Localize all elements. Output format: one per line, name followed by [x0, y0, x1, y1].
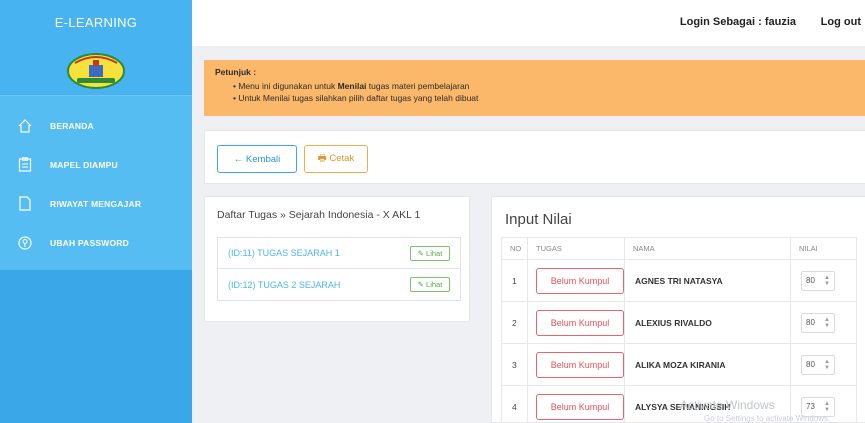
student-name: AGNES TRI NATASYA [624, 259, 791, 302]
task-list-card: Daftar Tugas » Sejarah Indonesia - X AKL… [204, 196, 470, 322]
spinner-icon[interactable]: ▲ ▼ [824, 401, 830, 413]
print-button[interactable]: 🖶 Cetak [304, 145, 368, 173]
instruction-notice: Petunjuk : Menu ini digunakan untuk Meni… [204, 60, 865, 116]
notice-text: Menu ini digunakan untuk [238, 81, 338, 91]
task-link[interactable]: (ID:12) TUGAS 2 SEJARAH [228, 280, 340, 290]
score-value: 80 [806, 276, 815, 285]
view-task-button[interactable]: ✎ Lihat [410, 277, 450, 292]
status-badge[interactable]: Belum Kumpul [536, 393, 624, 420]
sidebar-menu: BERANDA MAPEL DIAMPU RIWAYAT MENGAJAR UB… [0, 96, 192, 270]
sidebar-item-label: MAPEL DIAMPU [50, 159, 118, 170]
login-status: Login Sebagai : fauzia [679, 16, 796, 28]
top-header: Login Sebagai : fauzia Log out [192, 0, 865, 46]
column-header: NO [501, 237, 528, 260]
student-name: ALIKA MOZA KIRANIA [624, 343, 791, 386]
grade-input-heading: Input Nilai [505, 211, 572, 228]
spinner-icon[interactable]: ▲ ▼ [824, 317, 830, 329]
notice-list: Menu ini digunakan untuk Menilai tugas m… [215, 80, 854, 104]
table-row: 1 Belum Kumpul AGNES TRI NATASYA 80 ▲ ▼ [501, 259, 857, 302]
table-row: 2 Belum Kumpul ALEXIUS RIVALDO 80 ▲ ▼ [501, 301, 857, 344]
notice-emphasis: Menilai [337, 81, 367, 91]
status-badge[interactable]: Belum Kumpul [536, 309, 624, 336]
notice-item: Untuk Menilai tugas silahkan pilih dafta… [233, 92, 854, 104]
status-badge[interactable]: Belum Kumpul [536, 267, 624, 294]
grade-input-card: Input Nilai NO TUGAS NAMA NILAI 1 Belum … [491, 196, 865, 423]
windows-activation-watermark: Activate Windows [680, 398, 775, 412]
task-status-cell: Belum Kumpul [527, 343, 625, 386]
document-icon [16, 195, 34, 213]
score-input[interactable]: 80 ▲ ▼ [801, 270, 835, 291]
windows-activation-hint: Go to Settings to activate Windows. [704, 414, 831, 423]
sidebar: E-LEARNING BERANDA MAPEL DIAMPU RIWAYAT … [0, 0, 192, 423]
list-item: (ID:11) TUGAS SEJARAH 1 ✎ Lihat [218, 238, 460, 269]
key-icon [16, 234, 34, 252]
notice-title: Petunjuk : [215, 67, 257, 77]
school-logo-icon [67, 52, 125, 89]
spinner-icon[interactable]: ▲ ▼ [824, 359, 830, 371]
column-header: TUGAS [527, 237, 625, 260]
logout-link[interactable]: Log out [821, 16, 861, 28]
task-status-cell: Belum Kumpul [527, 259, 625, 302]
sidebar-item-mapel-diampu[interactable]: MAPEL DIAMPU [0, 145, 192, 184]
grade-table: NO TUGAS NAMA NILAI 1 Belum Kumpul AGNES… [501, 237, 857, 423]
list-item: (ID:12) TUGAS 2 SEJARAH ✎ Lihat [218, 269, 460, 300]
column-header: NAMA [624, 237, 791, 260]
view-task-button[interactable]: ✎ Lihat [410, 245, 450, 261]
row-number: 4 [501, 385, 528, 423]
score-cell: 80 ▲ ▼ [790, 301, 857, 344]
spinner-icon[interactable]: ▲ ▼ [824, 275, 830, 287]
status-badge[interactable]: Belum Kumpul [536, 351, 624, 378]
app-brand: E-LEARNING [0, 0, 192, 44]
notice-text: tugas materi pembelajaran [366, 81, 470, 91]
clipboard-icon [16, 156, 34, 174]
action-bar: ← Kembali 🖶 Cetak [204, 130, 865, 184]
task-list: (ID:11) TUGAS SEJARAH 1 ✎ Lihat (ID:12) … [217, 237, 461, 301]
score-value: 73 [806, 402, 815, 411]
row-number: 1 [501, 259, 528, 302]
row-number: 3 [501, 343, 528, 386]
score-value: 80 [806, 360, 815, 369]
student-name: ALEXIUS RIVALDO [624, 301, 791, 344]
row-number: 2 [501, 301, 528, 344]
task-link[interactable]: (ID:11) TUGAS SEJARAH 1 [228, 248, 340, 258]
notice-item: Menu ini digunakan untuk Menilai tugas m… [233, 80, 854, 92]
back-button[interactable]: ← Kembali [217, 145, 297, 173]
score-input[interactable]: 80 ▲ ▼ [801, 354, 835, 375]
score-input[interactable]: 80 ▲ ▼ [801, 312, 835, 333]
table-header-row: NO TUGAS NAMA NILAI [501, 237, 857, 260]
sidebar-item-label: BERANDA [50, 120, 94, 131]
score-cell: 80 ▲ ▼ [790, 343, 857, 386]
score-value: 80 [806, 318, 815, 327]
home-icon [16, 117, 34, 135]
task-list-heading: Daftar Tugas » Sejarah Indonesia - X AKL… [217, 209, 421, 221]
score-cell: 80 ▲ ▼ [790, 259, 857, 302]
sidebar-item-label: UBAH PASSWORD [50, 237, 129, 248]
task-status-cell: Belum Kumpul [527, 385, 625, 423]
task-status-cell: Belum Kumpul [527, 301, 625, 344]
table-row: 3 Belum Kumpul ALIKA MOZA KIRANIA 80 ▲ ▼ [501, 343, 857, 386]
sidebar-item-label: RIWAYAT MENGAJAR [50, 198, 142, 209]
column-header: NILAI [790, 237, 857, 260]
sidebar-item-beranda[interactable]: BERANDA [0, 106, 192, 145]
sidebar-item-ubah-password[interactable]: UBAH PASSWORD [0, 223, 192, 262]
sidebar-item-riwayat-mengajar[interactable]: RIWAYAT MENGAJAR [0, 184, 192, 223]
logo-area [0, 44, 192, 96]
